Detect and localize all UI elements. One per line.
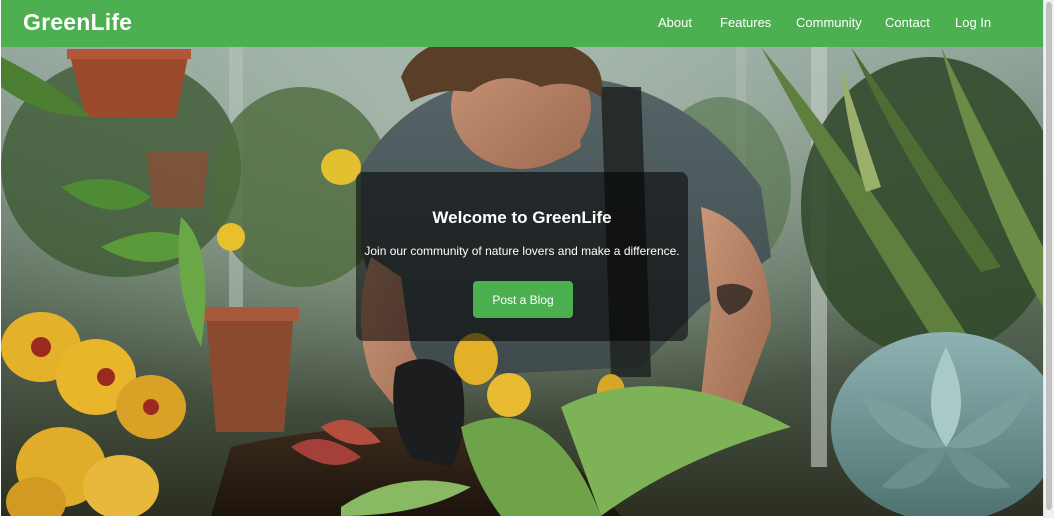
hero-subtitle: Join our community of nature lovers and … [364, 244, 680, 258]
vertical-scrollbar[interactable] [1043, 0, 1054, 518]
hero-title: Welcome to GreenLife [432, 208, 612, 227]
nav-link-community[interactable]: Community [796, 15, 862, 30]
hero-overlay-card: Welcome to GreenLife Join our community … [356, 172, 688, 341]
nav-link-contact[interactable]: Contact [885, 15, 930, 30]
page: GreenLife About Features Community Conta… [0, 0, 1054, 518]
nav-link-login[interactable]: Log In [955, 15, 991, 30]
scrollbar-thumb[interactable] [1046, 2, 1052, 510]
navbar: GreenLife About Features Community Conta… [1, 0, 1043, 47]
post-blog-button[interactable]: Post a Blog [473, 281, 573, 318]
nav-links: About Features Community Contact Log In [1, 0, 1043, 47]
nav-link-about[interactable]: About [658, 15, 692, 30]
nav-link-features[interactable]: Features [720, 15, 771, 30]
hero-section: Welcome to GreenLife Join our community … [1, 47, 1043, 516]
